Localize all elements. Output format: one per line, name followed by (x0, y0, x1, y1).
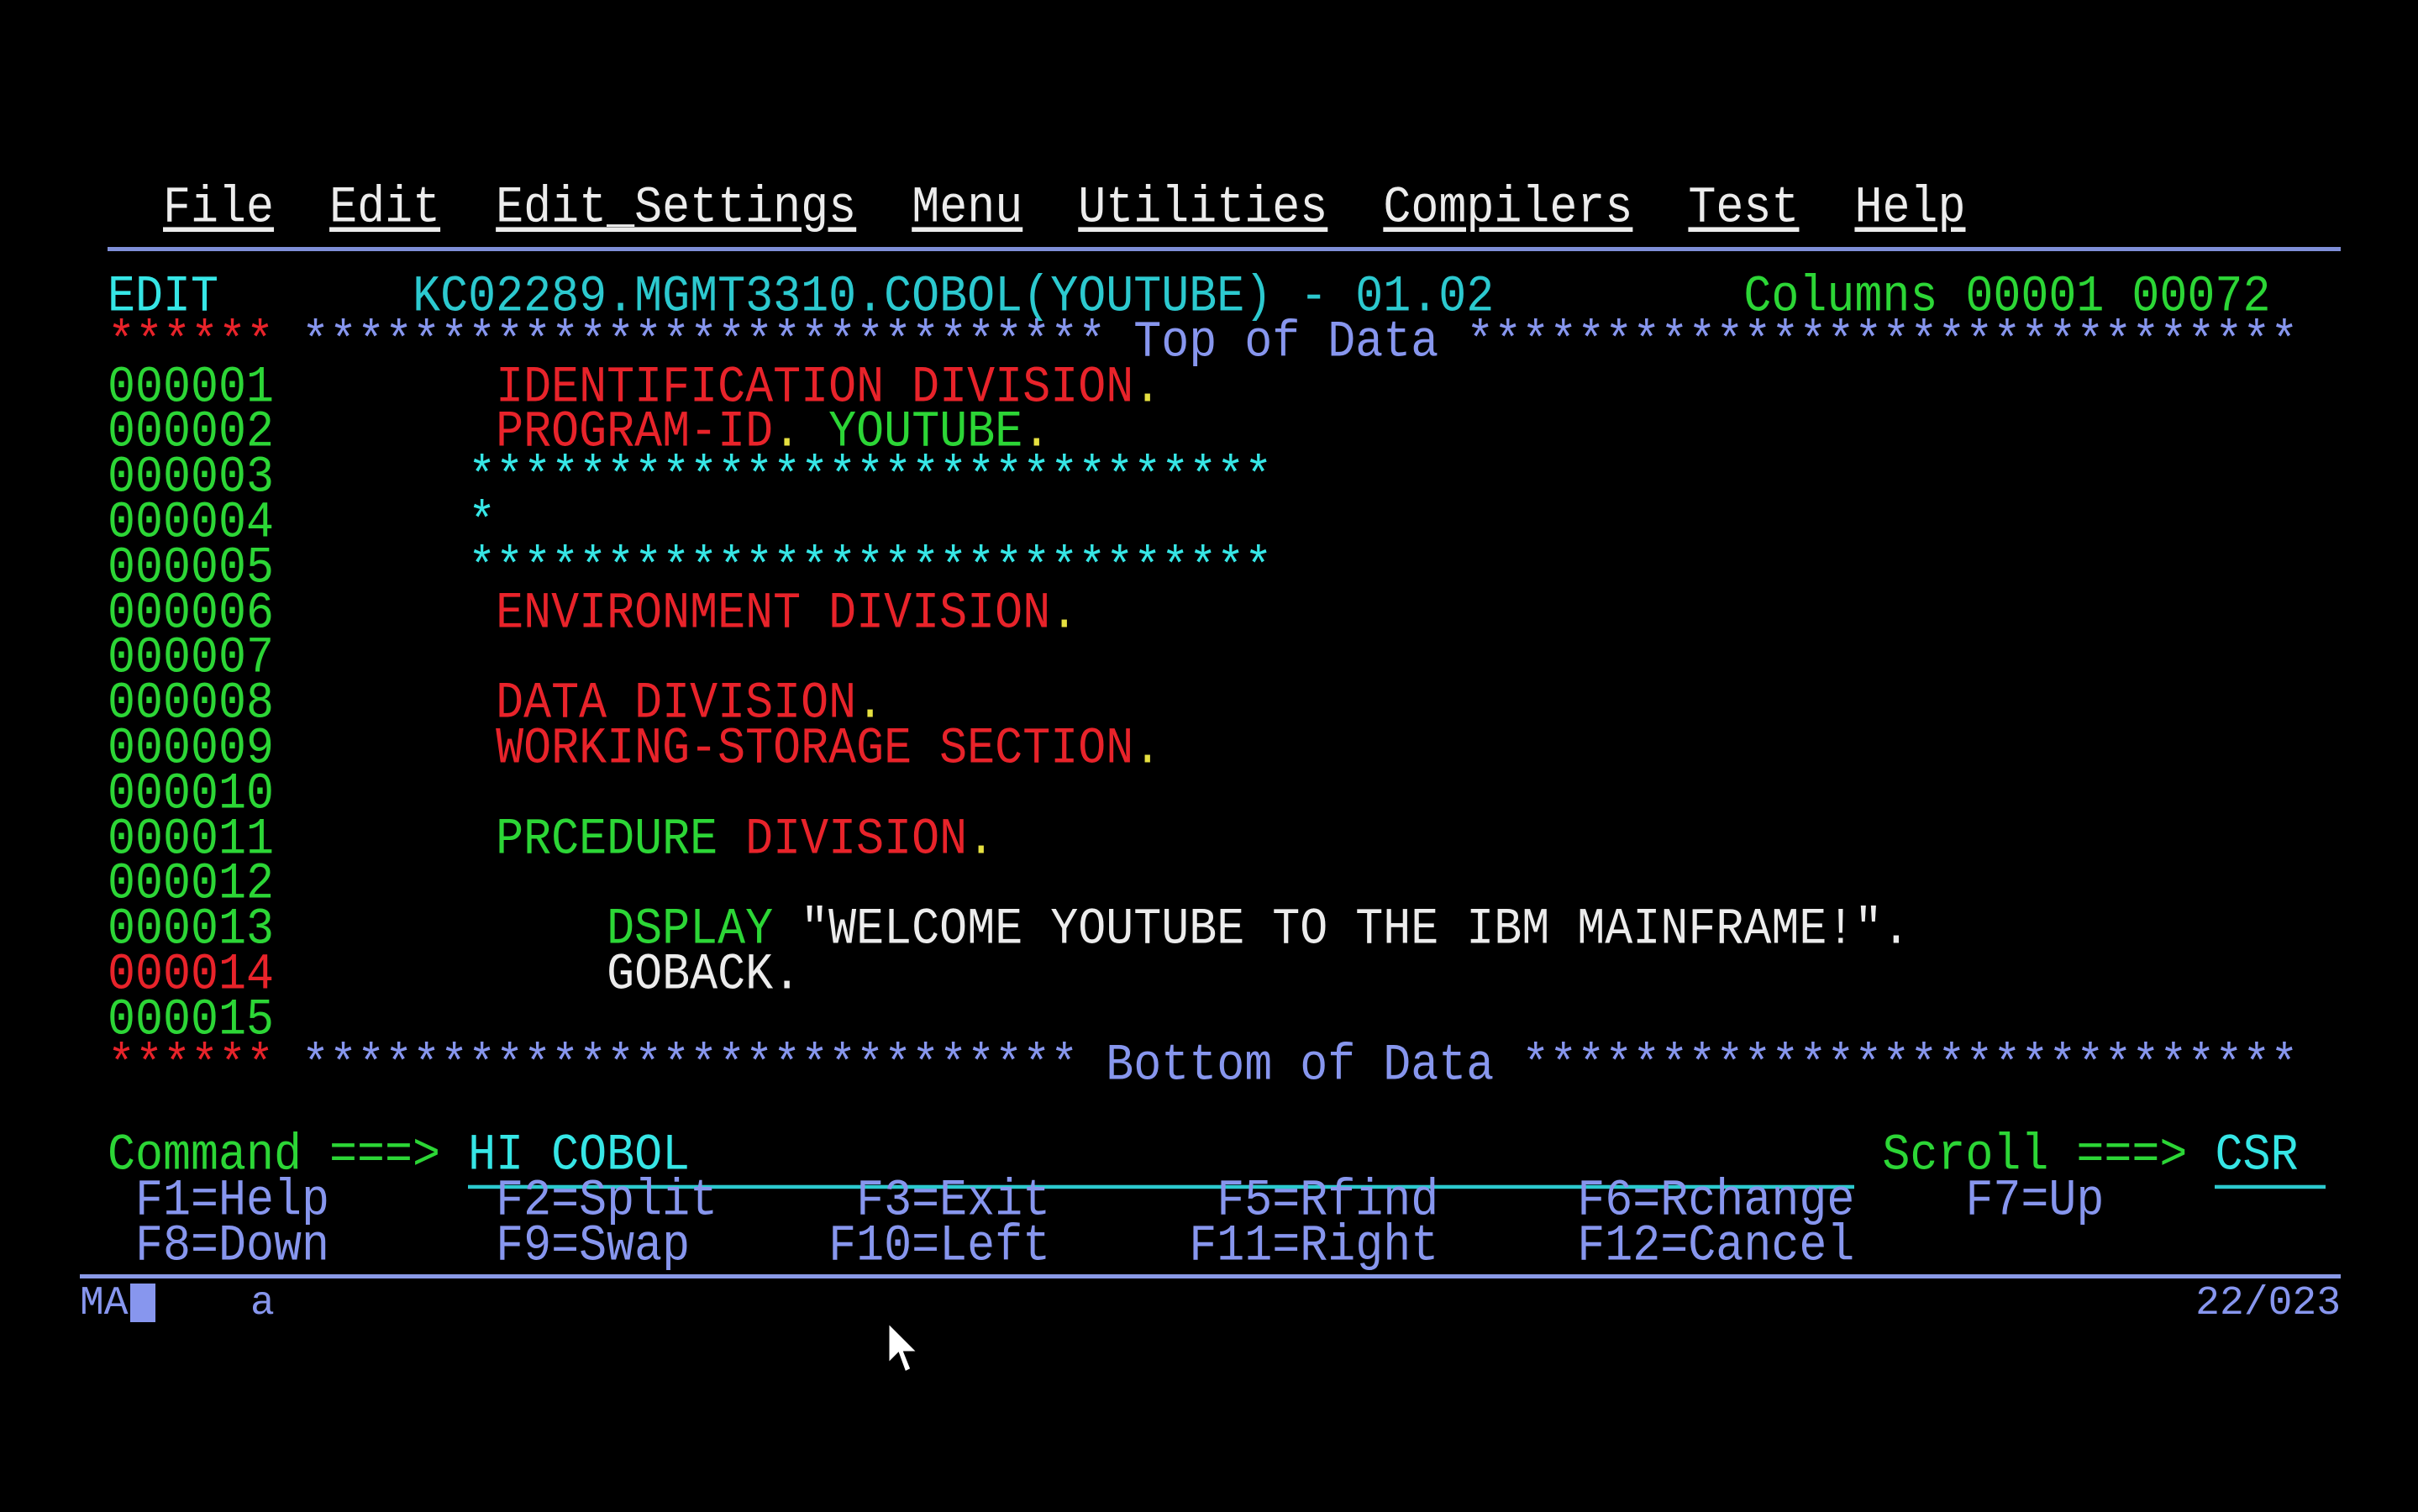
status-left: MA (80, 1281, 155, 1326)
text-segment: ENVIRONMENT DIVISION (274, 584, 1050, 643)
text-segment (1799, 178, 1854, 238)
text-segment: ****** (108, 1036, 274, 1095)
text-segment (108, 178, 163, 238)
text-segment: GOBACK. (274, 945, 801, 1005)
menu-item-help[interactable]: Help (1854, 178, 1965, 238)
pf-keys-row-2: F8=Down F9=Swap F10=Left F11=Right F12=C… (108, 1221, 1854, 1272)
menu-item-menu[interactable]: Menu (912, 178, 1022, 238)
scroll-input[interactable]: CSR (2215, 1126, 2326, 1189)
text-segment (1632, 178, 1688, 238)
text-segment: WORKING-STORAGE SECTION (274, 719, 1133, 779)
mouse-pointer-icon (886, 1320, 923, 1380)
menu-item-test[interactable]: Test (1688, 178, 1799, 238)
status-mode: MA (80, 1281, 129, 1326)
text-segment (856, 178, 912, 238)
bottom-of-data: ****** **************************** Bott… (108, 1040, 2298, 1090)
menu-item-compilers[interactable]: Compilers (1383, 178, 1632, 238)
status-cursor-block (130, 1284, 155, 1322)
text-segment (274, 178, 329, 238)
status-divider (80, 1274, 2341, 1278)
text-segment (1022, 178, 1078, 238)
menu-item-edit-settings[interactable]: Edit_Settings (496, 178, 856, 238)
menu-divider (108, 247, 2341, 251)
text-segment (440, 178, 496, 238)
text-segment: . (967, 810, 995, 869)
menu-row: File Edit Edit_Settings Menu Utilities C… (108, 183, 1965, 234)
text-segment: . (1133, 358, 1161, 417)
menu-item-file[interactable]: File (163, 178, 274, 238)
status-indicator: a (250, 1281, 275, 1326)
text-segment: "WELCOME YOUTUBE TO THE IBM MAINFRAME!". (801, 900, 1910, 959)
menu-item-utilities[interactable]: Utilities (1078, 178, 1327, 238)
text-segment: DIVISION (745, 810, 967, 869)
text-segment: . (1050, 584, 1078, 643)
text-segment: PRCEDURE (274, 810, 745, 869)
text-segment: F8=Down F9=Swap F10=Left F11=Right F12=C… (108, 1216, 1854, 1276)
text-segment (1327, 178, 1383, 238)
cursor-position: 22/023 (2195, 1281, 2341, 1326)
text-segment: . (1133, 719, 1161, 779)
menu-item-edit[interactable]: Edit (329, 178, 440, 238)
text-segment: **************************** Bottom of D… (274, 1036, 2298, 1095)
